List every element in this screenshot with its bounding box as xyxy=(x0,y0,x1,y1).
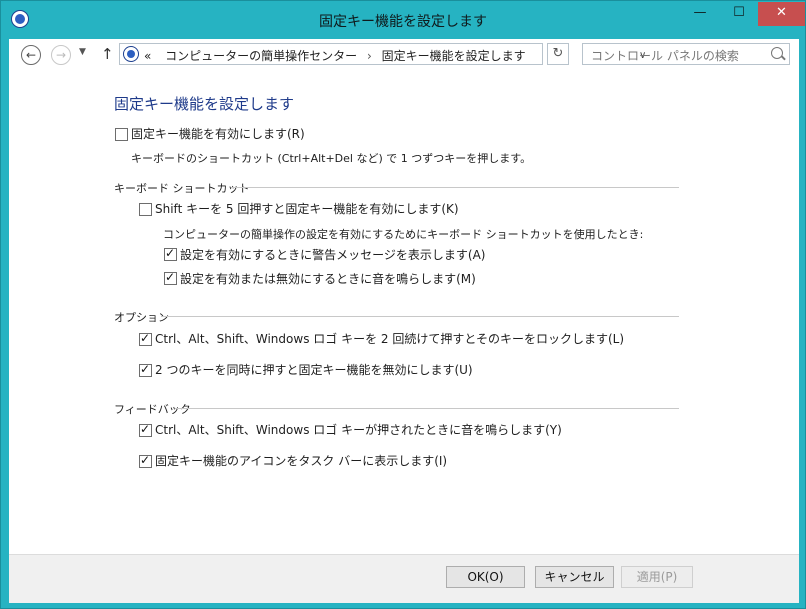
search-placeholder: コントロール パネルの検索 xyxy=(591,49,739,63)
client-area: ← → ▼ ↑ « コンピューターの簡単操作センター › 固定キー機能を設定しま… xyxy=(9,39,799,603)
group-divider xyxy=(175,408,679,409)
breadcrumb-sticky-keys[interactable]: 固定キー機能を設定します xyxy=(382,49,526,63)
search-input[interactable]: コントロール パネルの検索 xyxy=(582,43,790,65)
button-footer: OK(O) キャンセル 適用(P) xyxy=(9,554,799,603)
breadcrumb-ease-of-access-center[interactable]: コンピューターの簡単操作センター xyxy=(165,49,357,63)
close-button[interactable]: ✕ xyxy=(758,2,805,26)
breadcrumb-separator-icon[interactable]: › xyxy=(367,49,372,63)
page-title: 固定キー機能を設定します xyxy=(114,95,295,113)
apply-button[interactable]: 適用(P) xyxy=(621,566,693,588)
modifier-beep-checkbox[interactable] xyxy=(139,422,152,437)
address-field[interactable]: « コンピューターの簡単操作センター › 固定キー機能を設定します ∨ xyxy=(119,43,646,65)
enable-sticky-keys-description: キーボードのショートカット (Ctrl+Alt+Del など) で 1 つずつキ… xyxy=(131,152,532,165)
enable-sticky-keys-checkbox[interactable] xyxy=(115,128,128,141)
two-keys-disable-label[interactable]: 2 つのキーを同時に押すと固定キー機能を無効にします(U) xyxy=(155,361,473,378)
ease-of-access-icon xyxy=(123,46,139,62)
toggle-sound-label[interactable]: 設定を有効または無効にするときに音を鳴らします(M) xyxy=(180,270,476,287)
up-arrow-icon[interactable]: ↑ xyxy=(101,45,114,63)
breadcrumb-overflow[interactable]: « xyxy=(144,49,151,63)
minimize-button[interactable]: — xyxy=(685,2,715,24)
search-icon xyxy=(771,47,783,59)
refresh-icon[interactable]: ↻ xyxy=(547,43,569,65)
shortcut-sub-description: コンピューターの簡単操作の設定を有効にするためにキーボード ショートカットを使用… xyxy=(163,228,644,241)
warning-message-label[interactable]: 設定を有効にするときに警告メッセージを表示します(A) xyxy=(180,246,485,263)
recent-pages-chevron-down-icon[interactable]: ▼ xyxy=(79,47,86,57)
shift5-label[interactable]: Shift キーを 5 回押すと固定キー機能を有効にします(K) xyxy=(155,200,459,217)
title-bar[interactable]: 固定キー機能を設定します — ☐ ✕ xyxy=(1,1,805,39)
address-bar: ← → ▼ ↑ « コンピューターの簡単操作センター › 固定キー機能を設定しま… xyxy=(9,39,799,69)
dialog-window: 固定キー機能を設定します — ☐ ✕ ← → ▼ ↑ « コンピューターの簡単操… xyxy=(0,0,806,609)
cancel-button[interactable]: キャンセル xyxy=(535,566,614,588)
two-keys-disable-checkbox[interactable] xyxy=(139,362,152,377)
enable-sticky-keys-label[interactable]: 固定キー機能を有効にします(R) xyxy=(131,125,305,142)
lock-modifier-label[interactable]: Ctrl、Alt、Shift、Windows ロゴ キーを 2 回続けて押すとそ… xyxy=(155,330,624,347)
toggle-sound-checkbox[interactable] xyxy=(164,270,177,285)
taskbar-icon-label[interactable]: 固定キー機能のアイコンをタスク バーに表示します(I) xyxy=(155,452,447,469)
forward-arrow-icon[interactable]: → xyxy=(51,45,71,65)
modifier-beep-label[interactable]: Ctrl、Alt、Shift、Windows ロゴ キーが押されたときに音を鳴ら… xyxy=(155,421,562,438)
ok-button[interactable]: OK(O) xyxy=(446,566,525,588)
breadcrumb: « コンピューターの簡単操作センター › 固定キー機能を設定します xyxy=(144,47,526,64)
group-divider xyxy=(231,187,679,188)
warning-message-checkbox[interactable] xyxy=(164,246,177,261)
feedback-group-title: フィードバック xyxy=(114,403,191,416)
shortcut-group-title: キーボード ショートカット xyxy=(114,182,250,195)
options-group-title: オプション xyxy=(114,311,169,324)
back-arrow-icon[interactable]: ← xyxy=(21,45,41,65)
maximize-button[interactable]: ☐ xyxy=(723,2,755,24)
lock-modifier-checkbox[interactable] xyxy=(139,331,152,346)
group-divider xyxy=(161,316,679,317)
taskbar-icon-checkbox[interactable] xyxy=(139,453,152,468)
shift5-checkbox[interactable] xyxy=(139,203,152,216)
